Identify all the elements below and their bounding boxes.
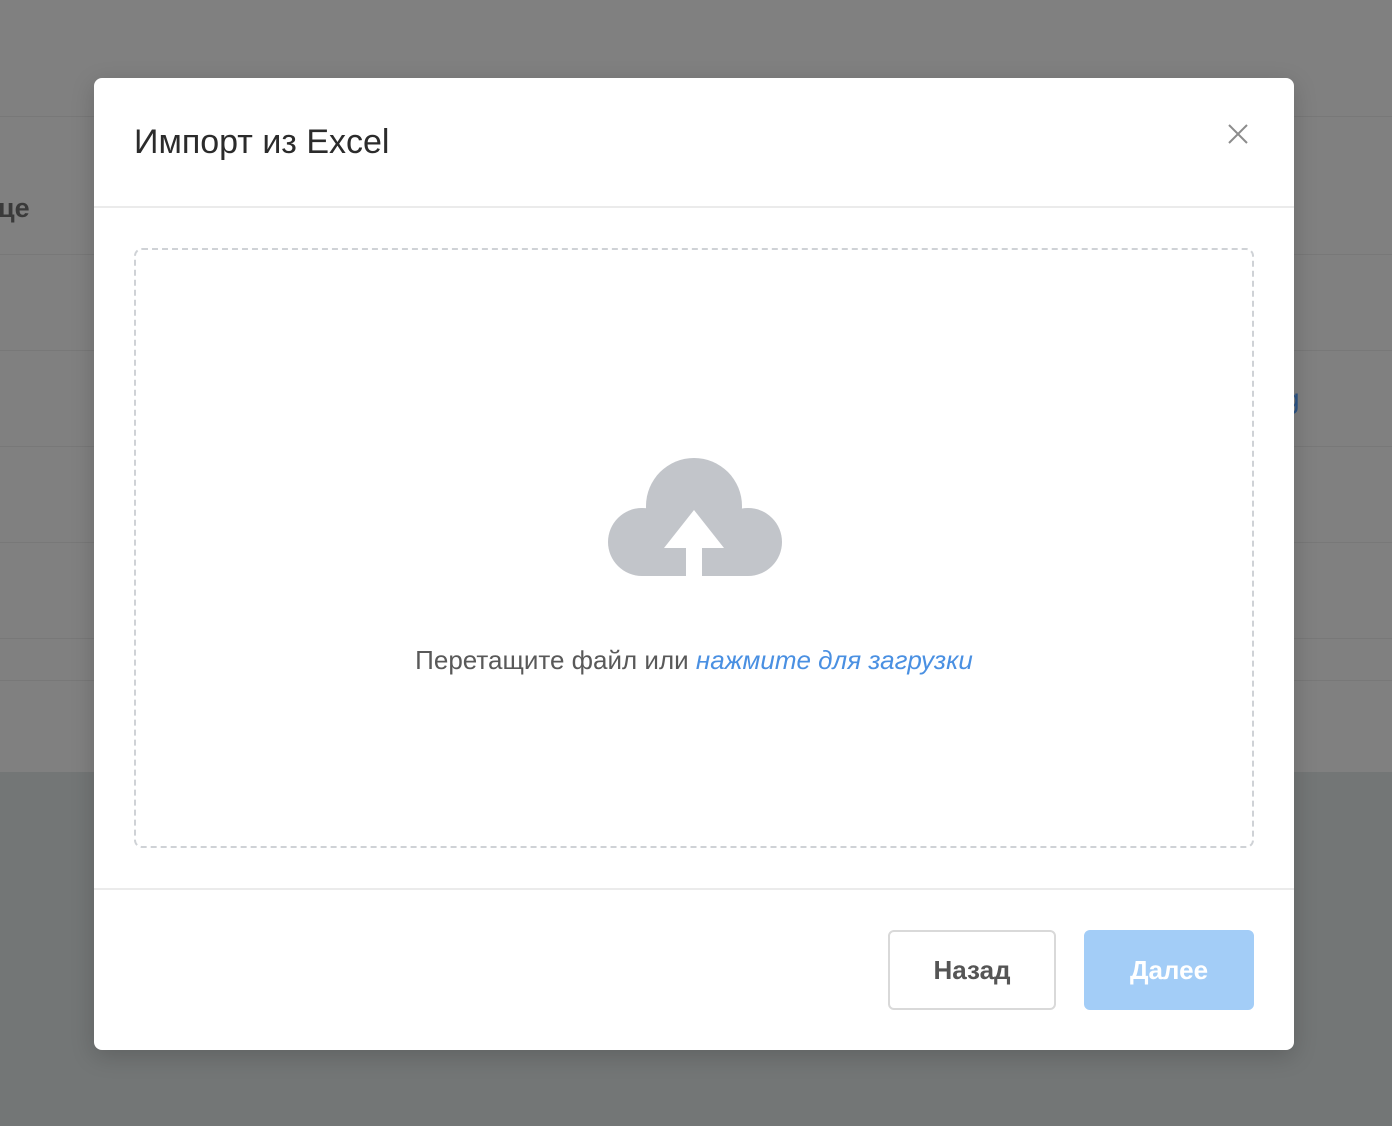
dialog-header: Импорт из Excel: [94, 78, 1294, 208]
back-button[interactable]: Назад: [888, 930, 1056, 1010]
cloud-upload-icon: [608, 458, 782, 586]
dialog-footer: Назад Далее: [94, 888, 1294, 1052]
import-excel-dialog: Импорт из Excel Перетащите файл или нажм…: [94, 78, 1294, 1050]
close-icon: [1228, 124, 1248, 144]
next-button[interactable]: Далее: [1084, 930, 1254, 1010]
upload-link[interactable]: нажмите для загрузки: [696, 645, 973, 675]
dialog-title: Импорт из Excel: [134, 123, 390, 161]
close-button[interactable]: [1222, 118, 1254, 150]
file-dropzone[interactable]: Перетащите файл или нажмите для загрузки: [134, 248, 1254, 848]
dropzone-text: Перетащите файл или нажмите для загрузки: [136, 644, 1252, 676]
dialog-body: Перетащите файл или нажмите для загрузки: [94, 208, 1294, 888]
background-column-header: це: [0, 193, 30, 223]
dropzone-instruction: Перетащите файл или: [415, 645, 696, 675]
